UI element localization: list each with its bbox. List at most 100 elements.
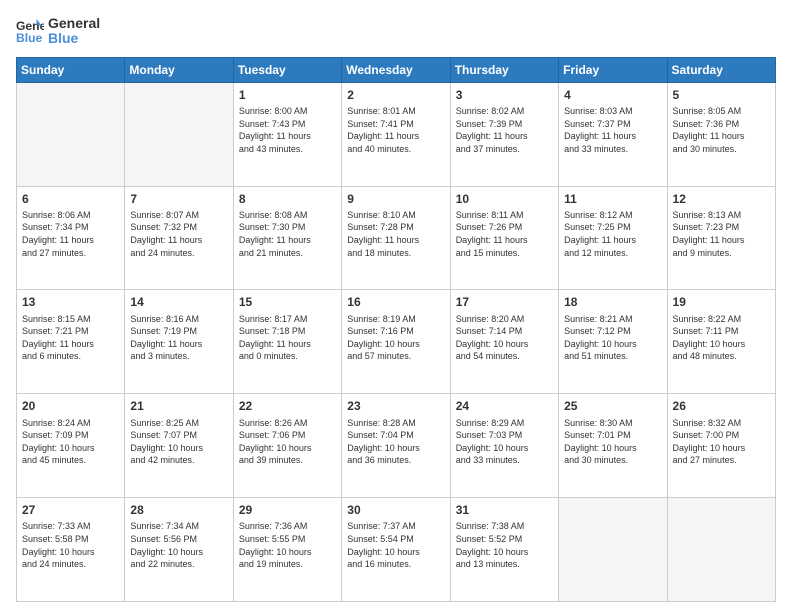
cell-info: Sunrise: 7:38 AM Sunset: 5:52 PM Dayligh… [456,520,553,570]
cell-info: Sunrise: 8:32 AM Sunset: 7:00 PM Dayligh… [673,417,770,467]
calendar-cell: 12 Sunrise: 8:13 AM Sunset: 7:23 PM Dayli… [667,186,775,290]
calendar-cell: 7Sunrise: 8:07 AM Sunset: 7:32 PM Daylig… [125,186,233,290]
day-number: 16 [347,294,444,310]
day-number: 4 [564,87,661,103]
logo-line1: General [48,16,100,31]
day-number: 5 [673,87,770,103]
day-number: 21 [130,398,227,414]
cell-info: Sunrise: 7:37 AM Sunset: 5:54 PM Dayligh… [347,520,444,570]
calendar-cell: 17 Sunrise: 8:20 AM Sunset: 7:14 PM Dayli… [450,290,558,394]
week-row-1: 6 Sunrise: 8:06 AM Sunset: 7:34 PM Daylig… [17,186,776,290]
cell-info: Sunrise: 8:17 AM Sunset: 7:18 PM Dayligh… [239,313,336,363]
weekday-header-wednesday: Wednesday [342,57,450,82]
calendar-cell: 10 Sunrise: 8:11 AM Sunset: 7:26 PM Dayli… [450,186,558,290]
day-number: 31 [456,502,553,518]
day-number: 11 [564,191,661,207]
calendar-cell: 30 Sunrise: 7:37 AM Sunset: 5:54 PM Dayli… [342,498,450,602]
cell-info: Sunrise: 8:11 AM Sunset: 7:26 PM Dayligh… [456,209,553,259]
cell-info: Sunrise: 8:12 AM Sunset: 7:25 PM Dayligh… [564,209,661,259]
calendar: SundayMondayTuesdayWednesdayThursdayFrid… [16,57,776,602]
calendar-cell: 20 Sunrise: 8:24 AM Sunset: 7:09 PM Dayli… [17,394,125,498]
day-number: 24 [456,398,553,414]
calendar-cell [125,82,233,186]
header: General Blue General Blue [16,16,776,47]
week-row-0: 1Sunrise: 8:00 AM Sunset: 7:43 PM Daylig… [17,82,776,186]
day-number: 25 [564,398,661,414]
calendar-cell: 18Sunrise: 8:21 AM Sunset: 7:12 PM Dayli… [559,290,667,394]
day-number: 22 [239,398,336,414]
day-number: 27 [22,502,119,518]
cell-info: Sunrise: 8:30 AM Sunset: 7:01 PM Dayligh… [564,417,661,467]
day-number: 8 [239,191,336,207]
day-number: 28 [130,502,227,518]
calendar-cell: 3 Sunrise: 8:02 AM Sunset: 7:39 PM Daylig… [450,82,558,186]
calendar-cell: 15 Sunrise: 8:17 AM Sunset: 7:18 PM Dayli… [233,290,341,394]
cell-info: Sunrise: 8:01 AM Sunset: 7:41 PM Dayligh… [347,105,444,155]
day-number: 18 [564,294,661,310]
day-number: 12 [673,191,770,207]
day-number: 17 [456,294,553,310]
cell-info: Sunrise: 8:08 AM Sunset: 7:30 PM Dayligh… [239,209,336,259]
calendar-cell: 27 Sunrise: 7:33 AM Sunset: 5:58 PM Dayli… [17,498,125,602]
calendar-cell: 26 Sunrise: 8:32 AM Sunset: 7:00 PM Dayli… [667,394,775,498]
day-number: 19 [673,294,770,310]
day-number: 9 [347,191,444,207]
day-number: 26 [673,398,770,414]
weekday-header-tuesday: Tuesday [233,57,341,82]
calendar-cell: 22Sunrise: 8:26 AM Sunset: 7:06 PM Dayli… [233,394,341,498]
day-number: 14 [130,294,227,310]
logo-line2: Blue [48,31,100,46]
calendar-cell: 21Sunrise: 8:25 AM Sunset: 7:07 PM Dayli… [125,394,233,498]
cell-info: Sunrise: 7:36 AM Sunset: 5:55 PM Dayligh… [239,520,336,570]
calendar-cell: 4 Sunrise: 8:03 AM Sunset: 7:37 PM Daylig… [559,82,667,186]
calendar-cell: 29 Sunrise: 7:36 AM Sunset: 5:55 PM Dayli… [233,498,341,602]
calendar-cell: 2 Sunrise: 8:01 AM Sunset: 7:41 PM Daylig… [342,82,450,186]
calendar-cell: 1Sunrise: 8:00 AM Sunset: 7:43 PM Daylig… [233,82,341,186]
calendar-cell: 9 Sunrise: 8:10 AM Sunset: 7:28 PM Daylig… [342,186,450,290]
day-number: 30 [347,502,444,518]
cell-info: Sunrise: 8:29 AM Sunset: 7:03 PM Dayligh… [456,417,553,467]
weekday-header-sunday: Sunday [17,57,125,82]
week-row-2: 13 Sunrise: 8:15 AM Sunset: 7:21 PM Dayli… [17,290,776,394]
cell-info: Sunrise: 8:10 AM Sunset: 7:28 PM Dayligh… [347,209,444,259]
cell-info: Sunrise: 7:34 AM Sunset: 5:56 PM Dayligh… [130,520,227,570]
day-number: 6 [22,191,119,207]
calendar-cell: 8 Sunrise: 8:08 AM Sunset: 7:30 PM Daylig… [233,186,341,290]
day-number: 10 [456,191,553,207]
day-number: 3 [456,87,553,103]
cell-info: Sunrise: 8:15 AM Sunset: 7:21 PM Dayligh… [22,313,119,363]
cell-info: Sunrise: 8:13 AM Sunset: 7:23 PM Dayligh… [673,209,770,259]
day-number: 23 [347,398,444,414]
day-number: 20 [22,398,119,414]
cell-info: Sunrise: 8:07 AM Sunset: 7:32 PM Dayligh… [130,209,227,259]
calendar-cell [667,498,775,602]
weekday-header-thursday: Thursday [450,57,558,82]
calendar-cell: 11 Sunrise: 8:12 AM Sunset: 7:25 PM Dayli… [559,186,667,290]
calendar-cell: 19Sunrise: 8:22 AM Sunset: 7:11 PM Dayli… [667,290,775,394]
logo: General Blue General Blue [16,16,100,47]
calendar-cell: 14Sunrise: 8:16 AM Sunset: 7:19 PM Dayli… [125,290,233,394]
cell-info: Sunrise: 8:03 AM Sunset: 7:37 PM Dayligh… [564,105,661,155]
calendar-cell: 13 Sunrise: 8:15 AM Sunset: 7:21 PM Dayli… [17,290,125,394]
day-number: 29 [239,502,336,518]
day-number: 13 [22,294,119,310]
cell-info: Sunrise: 8:24 AM Sunset: 7:09 PM Dayligh… [22,417,119,467]
cell-info: Sunrise: 8:02 AM Sunset: 7:39 PM Dayligh… [456,105,553,155]
page: General Blue General Blue SundayMondayTu… [0,0,792,612]
logo-icon: General Blue [16,17,44,45]
weekday-header-saturday: Saturday [667,57,775,82]
calendar-cell [559,498,667,602]
svg-text:Blue: Blue [16,32,43,46]
cell-info: Sunrise: 8:06 AM Sunset: 7:34 PM Dayligh… [22,209,119,259]
calendar-cell: 31 Sunrise: 7:38 AM Sunset: 5:52 PM Dayli… [450,498,558,602]
week-row-4: 27 Sunrise: 7:33 AM Sunset: 5:58 PM Dayli… [17,498,776,602]
day-number: 15 [239,294,336,310]
cell-info: Sunrise: 8:20 AM Sunset: 7:14 PM Dayligh… [456,313,553,363]
day-number: 1 [239,87,336,103]
calendar-cell: 23Sunrise: 8:28 AM Sunset: 7:04 PM Dayli… [342,394,450,498]
weekday-header-friday: Friday [559,57,667,82]
cell-info: Sunrise: 7:33 AM Sunset: 5:58 PM Dayligh… [22,520,119,570]
calendar-cell: 16Sunrise: 8:19 AM Sunset: 7:16 PM Dayli… [342,290,450,394]
day-number: 2 [347,87,444,103]
calendar-cell: 24 Sunrise: 8:29 AM Sunset: 7:03 PM Dayli… [450,394,558,498]
